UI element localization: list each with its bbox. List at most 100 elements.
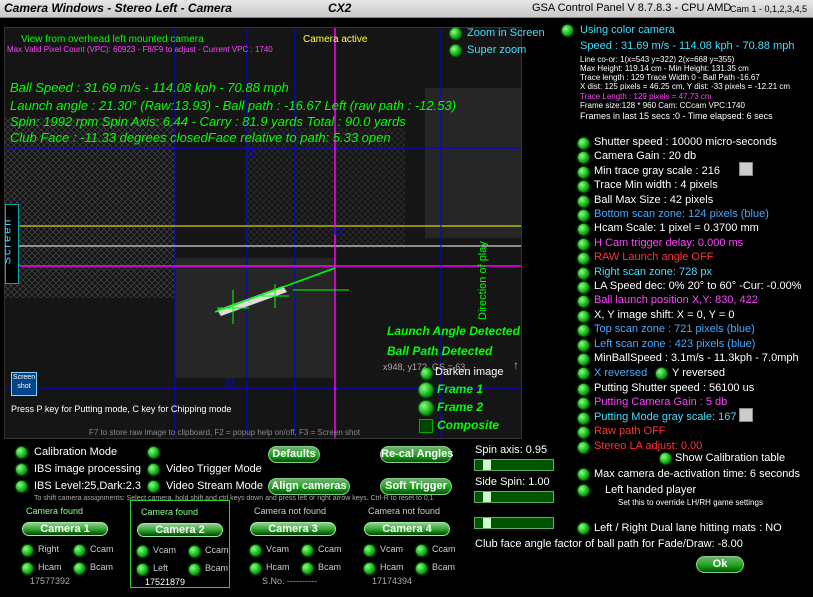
- ibs-level-control[interactable]: [16, 481, 27, 492]
- camera-role-label: Vcam: [153, 545, 177, 555]
- setting-control[interactable]: [578, 210, 589, 221]
- setting-control[interactable]: [578, 427, 589, 439]
- setting-control[interactable]: [578, 339, 589, 351]
- ok-button[interactable]: Ok: [696, 556, 744, 573]
- setting-control[interactable]: [578, 384, 589, 395]
- setting-control[interactable]: [578, 282, 589, 293]
- camera-role-toggle[interactable]: [250, 545, 261, 556]
- camera-role-label: Ccam: [90, 544, 114, 554]
- zoom-in-screen-label: Zoom in Screen: [467, 27, 545, 39]
- composite-checkbox[interactable]: [419, 419, 433, 433]
- frame2-label: Frame 2: [437, 400, 484, 414]
- video-stream-toggle[interactable]: [148, 481, 159, 492]
- frame1-radio[interactable]: [419, 383, 433, 397]
- ball-path-detected: Ball Path Detected: [387, 344, 493, 358]
- frame2-radio[interactable]: [419, 401, 433, 415]
- camera-role-label: Right: [38, 544, 60, 554]
- camera-role-toggle[interactable]: [189, 564, 200, 575]
- camera-status: Camera found: [141, 507, 199, 517]
- setting-label: Putting Shutter speed : 56100 us: [594, 382, 755, 394]
- cam-index: Cam 1 - 0,1,2,3,4,5: [730, 4, 808, 14]
- setting-control[interactable]: [578, 224, 589, 236]
- setting-label: Shutter speed : 10000 micro-seconds: [594, 136, 777, 148]
- setting-label: Bottom scan zone: 124 pixels (blue): [594, 208, 769, 220]
- camera-role-toggle[interactable]: [416, 563, 427, 574]
- darken-toggle[interactable]: [421, 368, 432, 379]
- zoom-in-screen-toggle[interactable]: [450, 28, 461, 39]
- defaults-button[interactable]: Defaults: [268, 446, 320, 463]
- setting-control[interactable]: [578, 166, 589, 178]
- camera-role-toggle[interactable]: [364, 563, 375, 574]
- ibs-processing-toggle[interactable]: [16, 464, 27, 475]
- camera-role-toggle[interactable]: [302, 563, 313, 574]
- dual-lane-toggle[interactable]: [578, 523, 589, 534]
- side-spin-slider[interactable]: [474, 491, 554, 503]
- screen-label: Screen: [4, 217, 14, 265]
- y-reversed-toggle[interactable]: [656, 368, 667, 379]
- deactivation-time-label: Max camera de-activation time: 6 seconds: [594, 468, 801, 480]
- setting-control[interactable]: [578, 441, 589, 453]
- deactivation-time-control[interactable]: [578, 469, 589, 480]
- align-cameras-button[interactable]: Align cameras: [268, 478, 350, 495]
- setting-control[interactable]: [578, 296, 589, 308]
- soft-trigger-button[interactable]: Soft Trigger: [380, 478, 452, 495]
- camera-role-toggle[interactable]: [137, 546, 148, 557]
- camera-panel[interactable]: Camera found Camera 1 Right Ccam Hcam Bcam 175…: [16, 500, 116, 588]
- video-trigger-extra-toggle[interactable]: [148, 447, 159, 458]
- camera-role-toggle[interactable]: [364, 545, 375, 556]
- setting-label: X, Y image shift: X = 0, Y = 0: [594, 308, 735, 321]
- setting-control[interactable]: [578, 398, 589, 410]
- calibration-table-toggle[interactable]: [660, 453, 671, 464]
- setting-label: H Cam trigger delay: 0.000 ms: [594, 236, 744, 249]
- video-trigger-toggle[interactable]: [148, 464, 159, 475]
- setting-control[interactable]: [578, 310, 589, 322]
- setting-label: Top scan zone : 721 pixels (blue): [594, 323, 755, 336]
- camera-role-label: Vcam: [380, 544, 404, 554]
- recal-angles-button[interactable]: Re-cal Angles: [380, 446, 453, 463]
- extra-slider[interactable]: [474, 517, 554, 529]
- setting-control[interactable]: [578, 195, 589, 207]
- camera-panel[interactable]: Camera found Camera 2 Vcam Ccam Left Bcam 1752…: [130, 500, 230, 588]
- info-line: Max Height: 119.14 cm - Min Height: 131.…: [580, 64, 749, 73]
- screenshot-button[interactable]: Screen shot: [11, 372, 37, 396]
- camera-select-button[interactable]: Camera 2: [137, 523, 223, 537]
- setting-control[interactable]: [578, 267, 589, 279]
- spin-axis-slider[interactable]: [474, 459, 554, 471]
- camera-view[interactable]: View from overhead left mounted camera M…: [4, 27, 522, 439]
- direction-of-play-label: Direction of play: [477, 241, 489, 320]
- x-reversed-toggle[interactable]: [578, 368, 589, 379]
- camera-select-button[interactable]: Camera 4: [364, 522, 450, 536]
- camera-role-toggle[interactable]: [22, 563, 33, 574]
- camera-panel[interactable]: Camera not found Camera 3 Vcam Ccam Hcam Bcam…: [244, 500, 344, 588]
- camera-select-button[interactable]: Camera 1: [22, 522, 108, 536]
- camera-role-toggle[interactable]: [250, 563, 261, 574]
- left-handed-toggle[interactable]: [578, 485, 589, 496]
- video-trigger-label: Video Trigger Mode: [166, 463, 262, 475]
- camera-role-toggle[interactable]: [416, 545, 427, 556]
- color-camera-toggle[interactable]: [562, 25, 573, 36]
- camera-select-button[interactable]: Camera 3: [250, 522, 336, 536]
- camera-role-toggle[interactable]: [137, 564, 148, 575]
- setting-control[interactable]: [578, 253, 589, 265]
- setting-control[interactable]: [578, 181, 589, 193]
- setting-control[interactable]: [578, 354, 589, 365]
- setting-label: Stereo LA adjust: 0.00: [594, 439, 703, 452]
- setting-control[interactable]: [578, 152, 589, 164]
- camera-panel[interactable]: Camera not found Camera 4 Vcam Ccam Hcam Bcam…: [358, 500, 458, 588]
- setting-control[interactable]: [578, 138, 589, 149]
- calibration-mode-toggle[interactable]: [16, 447, 27, 458]
- super-zoom-toggle[interactable]: [450, 45, 461, 56]
- camera-role-toggle[interactable]: [22, 545, 33, 556]
- setting-control[interactable]: [578, 238, 589, 250]
- camera-role-toggle[interactable]: [74, 563, 85, 574]
- camera-role-toggle[interactable]: [189, 546, 200, 557]
- left-handed-label: Left handed player: [605, 484, 697, 496]
- setting-label: Camera Gain : 20 db: [594, 150, 697, 163]
- dual-lane-label: Left / Right Dual lane hitting mats : NO: [594, 522, 782, 534]
- window-title: Camera Windows - Stereo Left - Camera: [4, 1, 232, 15]
- setting-control[interactable]: [578, 325, 589, 337]
- setting-control[interactable]: [578, 412, 589, 424]
- camera-role-label: Ccam: [205, 545, 229, 555]
- camera-role-toggle[interactable]: [302, 545, 313, 556]
- camera-role-toggle[interactable]: [74, 545, 85, 556]
